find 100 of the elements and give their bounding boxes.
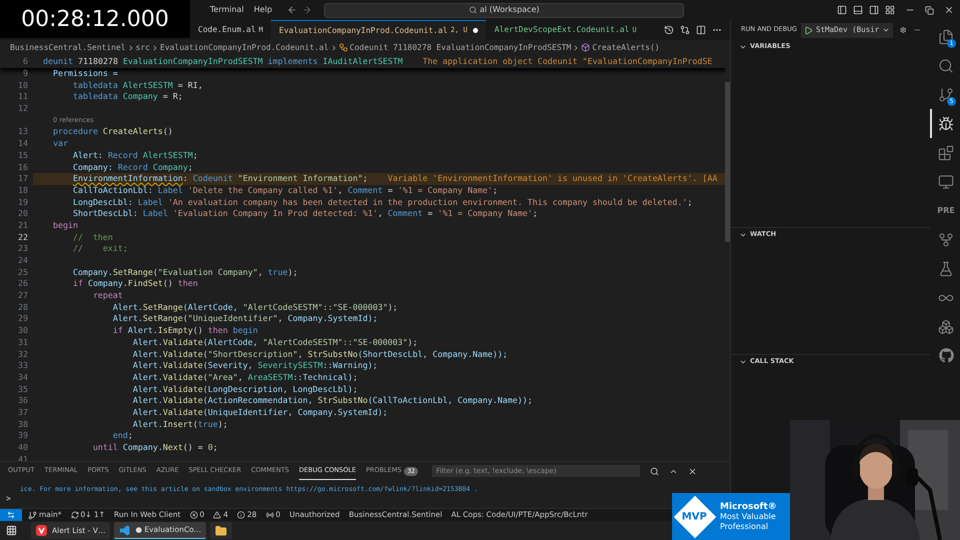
code-line: Alert.Validate(Severity, SeveritySESTM::Warning);: [132, 360, 378, 370]
line-number: 23: [17, 243, 28, 255]
line-number: 29: [17, 313, 28, 326]
line-number: 12: [17, 103, 28, 115]
line-number: 10: [17, 80, 28, 92]
folder-icon: [215, 524, 228, 536]
breadcrumb-item[interactable]: CreateAlerts(): [592, 42, 660, 54]
code-line: repeat: [92, 290, 123, 300]
code-line: LongDescLbl: Label 'An evaluation company has been detected in the production environment. This company should be deleted.';: [72, 196, 692, 207]
code-line: deunit 71180278 EvaluationCompanyInProdSESTM implements IAuditAlertSESTM The application object Codeunit "EvaluationCompanyInProdSE: [42, 55, 712, 68]
monitor-icon: [938, 174, 954, 190]
code-line: tabledata AlertSESTM = RI,: [72, 80, 203, 90]
split-editor-icon[interactable]: [696, 25, 706, 35]
code-line: if Company.FindSet() then: [72, 278, 198, 288]
remote-icon: [7, 511, 15, 519]
panel-bottom-icon[interactable]: [853, 5, 863, 15]
breadcrumb-item[interactable]: EvaluationCompanyInProd.Codeunit.al: [160, 42, 329, 54]
activity-bar-item[interactable]: PRE: [930, 196, 960, 225]
badge-text: Most Valuable: [720, 512, 777, 522]
breadcrumb-item[interactable]: src: [136, 42, 150, 54]
flask-icon: [938, 260, 954, 276]
settings-icon[interactable]: [900, 25, 907, 35]
code-line: Alert.Validate(AlertCode, "AlertCodeSESTM"::"SE-000003");: [132, 336, 418, 347]
menu-item[interactable]: Help: [248, 4, 278, 16]
console-prompt[interactable]: >: [6, 494, 11, 503]
branch-icon: [28, 510, 37, 520]
code-line: tabledata Company = R;: [72, 91, 183, 102]
code-line: Alert.Validate("ShortDescription", StrSubstNo(ShortDescLbl, Company.Name));: [132, 348, 508, 358]
badge-text: Microsoft®: [720, 502, 777, 512]
layout-icon[interactable]: [885, 5, 895, 15]
code-line: begin: [52, 220, 78, 230]
taskbar-app[interactable]: [210, 522, 232, 539]
line-number: 21: [17, 220, 28, 232]
back-arrow-icon[interactable]: [287, 5, 298, 15]
line-number: 16: [17, 162, 28, 174]
code-line: // then: [72, 232, 113, 242]
play-icon[interactable]: [804, 26, 813, 34]
code-line: Alert: Record AlertSESTM;: [72, 150, 198, 160]
line-number: 37: [17, 406, 28, 419]
close-icon[interactable]: [688, 466, 698, 476]
code-line: Alert.Insert(true);: [132, 418, 228, 429]
line-number: 38: [17, 418, 28, 430]
search-icon: [938, 58, 954, 74]
search-text: al (Workspace): [480, 4, 540, 16]
editor-app-icon: [119, 524, 130, 536]
command-search-field[interactable]: al (Workspace): [324, 2, 684, 18]
line-number: 40: [17, 442, 28, 454]
sync-icon: [70, 511, 78, 519]
tab-label: AlertDevScopeExt.Codeunit.al: [494, 24, 630, 36]
line-number: 13: [17, 126, 28, 138]
code-line: Permissions =: [52, 68, 118, 78]
panel-left-icon[interactable]: [837, 5, 847, 15]
diamond-logo: MVP: [674, 495, 716, 538]
panel-right-icon[interactable]: [869, 5, 879, 15]
class-icon: [338, 43, 348, 52]
bug-icon: [938, 116, 954, 132]
line-number: 15: [17, 150, 28, 162]
branch-icon: [938, 86, 954, 102]
method-icon: [581, 43, 590, 52]
menu-item[interactable]: Terminal: [205, 4, 249, 16]
line-number: 32: [17, 348, 28, 360]
github-icon: [938, 348, 954, 363]
line-number: 26: [17, 278, 28, 290]
line-number: 28: [17, 302, 28, 314]
close-icon[interactable]: [944, 5, 954, 15]
line-number: 35: [17, 384, 28, 396]
scrollbar-thumb[interactable]: [725, 82, 730, 242]
code-line: Alert.SetRange(AlertCode, "AlertCodeSESTM"::"SE-000003");: [112, 302, 398, 312]
forward-arrow-icon[interactable]: [302, 5, 312, 15]
search-icon[interactable]: [650, 466, 660, 476]
pre-label: PRE: [937, 204, 955, 216]
timer-overlay: 00:28:12.000: [0, 0, 190, 38]
code-line: // exit;: [72, 243, 128, 254]
restore-icon[interactable]: [925, 6, 934, 14]
breadcrumb-item[interactable]: Codeunit 71180278 EvaluationCompanyInProdSESTM: [350, 42, 572, 54]
line-number: 6: [22, 55, 28, 68]
line-number: 18: [17, 184, 28, 197]
code-line: Alert.Validate("Area", AreaSESTM::Technical);: [132, 372, 358, 382]
start-icon[interactable]: [6, 525, 17, 536]
line-number: 24: [17, 255, 28, 267]
warning-icon: [213, 511, 222, 519]
chevron-icon: [882, 26, 890, 34]
line-number: 22: [17, 232, 28, 244]
code-line: CallToActionLbl: Label 'Delete the Company called %1', Comment = '%1 = Company Name';: [72, 184, 498, 195]
code-line: Alert.Validate(LongDescription, LongDescLbl);: [132, 384, 358, 394]
line-number: 39: [17, 430, 28, 442]
remote-indicator[interactable]: [0, 509, 22, 521]
code-line: ShortDescLbl: Label 'Evaluation Company In Prod detected: %1', Comment = '%1 = Company Name';: [72, 208, 538, 218]
history-icon[interactable]: [664, 25, 674, 35]
code-line: Alert.SetRange("UniqueIdentifier", Company.SystemId);: [112, 313, 378, 324]
fork-icon: [938, 232, 954, 248]
compare-icon[interactable]: [680, 25, 690, 35]
line-number: 27: [17, 290, 28, 302]
code-line: until Company.Next() = 0;: [92, 442, 218, 452]
code-line: EnvironmentInformation: Codeunit "Environment Information"; Variable 'EnvironmentInformation' is unused in 'CreateAlerts'. [AA: [72, 173, 718, 184]
blocks-icon: [938, 144, 954, 160]
code-line: procedure CreateAlerts(): [52, 126, 173, 136]
line-number: 17: [17, 173, 28, 185]
breadcrumb-item[interactable]: BusinessCentral.Sentinel: [10, 42, 126, 54]
line-number: 20: [17, 208, 28, 220]
